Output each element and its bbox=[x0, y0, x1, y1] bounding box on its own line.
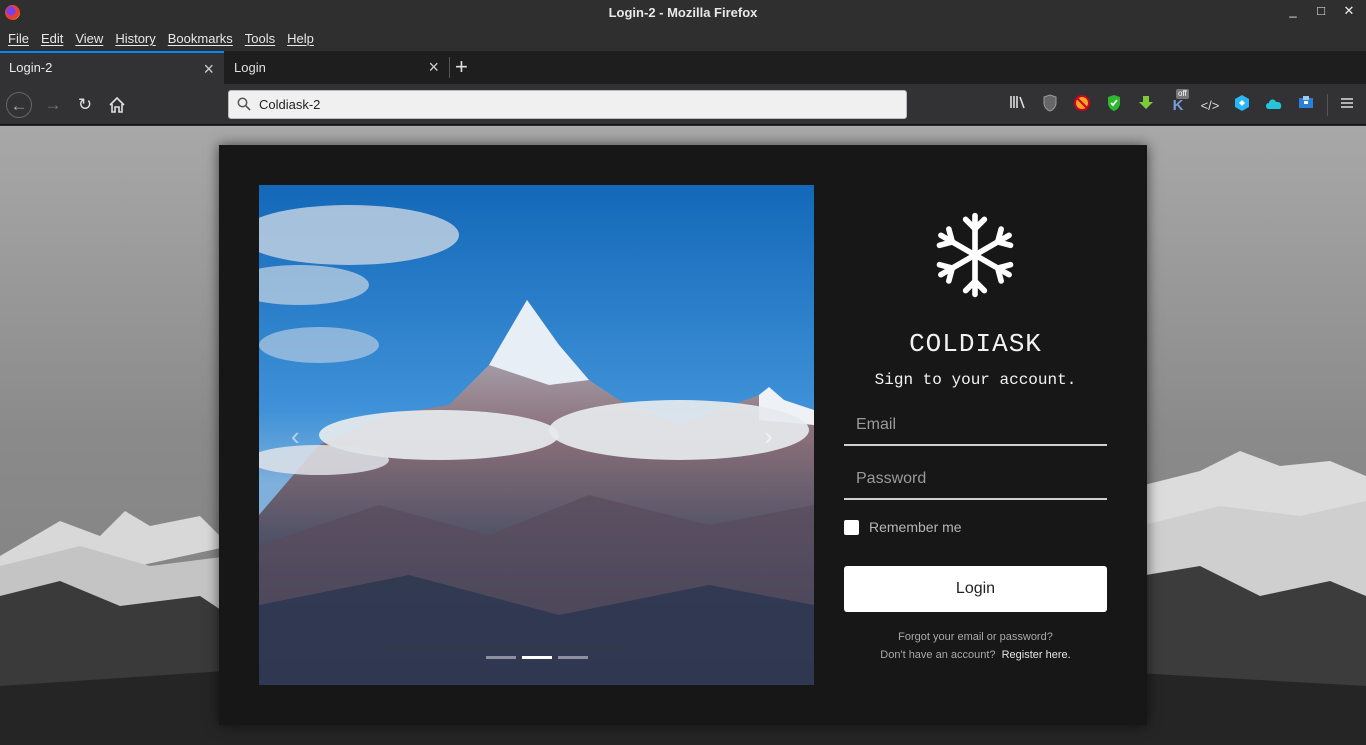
menu-bar: File Edit View History Bookmarks Tools H… bbox=[0, 26, 1366, 51]
mountain-slide-image bbox=[259, 185, 814, 685]
window-controls: _ □ ✕ bbox=[1286, 3, 1356, 19]
maximize-button[interactable]: □ bbox=[1314, 3, 1328, 19]
cube-icon[interactable] bbox=[1231, 94, 1253, 116]
minimize-button[interactable]: _ bbox=[1286, 3, 1300, 19]
tab-separator bbox=[449, 57, 450, 78]
box-icon[interactable] bbox=[1295, 94, 1317, 116]
register-link[interactable]: Register here. bbox=[1002, 649, 1071, 661]
remember-me-checkbox[interactable] bbox=[844, 519, 859, 535]
email-field-wrapper bbox=[844, 406, 1107, 446]
menu-help[interactable]: Help bbox=[283, 31, 318, 46]
login-button[interactable]: Login bbox=[844, 566, 1107, 612]
new-tab-button[interactable]: + bbox=[455, 54, 468, 80]
shield-icon[interactable] bbox=[1039, 94, 1061, 116]
tab-label: Login-2 bbox=[9, 60, 53, 75]
carousel-next-button[interactable]: › bbox=[764, 421, 773, 452]
toolbar-separator bbox=[1327, 94, 1328, 116]
url-text: Coldiask-2 bbox=[259, 97, 321, 112]
tab-bar: Login-2 × Login × + bbox=[0, 51, 1366, 84]
login-subtitle: Sign to your account. bbox=[874, 371, 1077, 389]
tab-login[interactable]: Login × bbox=[225, 51, 449, 84]
carousel-indicator[interactable] bbox=[558, 656, 588, 659]
library-icon[interactable] bbox=[1007, 94, 1029, 116]
reload-button[interactable]: ↻ bbox=[72, 92, 98, 118]
k-extension-icon[interactable]: K off bbox=[1167, 89, 1189, 116]
carousel-indicator[interactable] bbox=[486, 656, 516, 659]
no-account-text: Don't have an account? bbox=[880, 649, 996, 661]
green-shield-icon[interactable] bbox=[1103, 94, 1125, 116]
menu-edit[interactable]: Edit bbox=[37, 31, 67, 46]
image-carousel[interactable]: ‹ › bbox=[259, 185, 814, 685]
close-tab-icon[interactable]: × bbox=[203, 59, 214, 80]
forward-button[interactable]: → bbox=[40, 92, 66, 118]
menu-history[interactable]: History bbox=[111, 31, 159, 46]
close-tab-icon[interactable]: × bbox=[428, 57, 439, 78]
window-title: Login-2 - Mozilla Firefox bbox=[608, 5, 758, 20]
home-button[interactable] bbox=[104, 92, 130, 118]
register-row: Don't have an account? Register here. bbox=[844, 649, 1107, 661]
login-card: ‹ › COLDIASK Sign to your account. Email… bbox=[219, 145, 1147, 725]
carousel-prev-button[interactable]: ‹ bbox=[291, 421, 300, 452]
download-icon[interactable] bbox=[1135, 94, 1157, 116]
menu-tools[interactable]: Tools bbox=[241, 31, 279, 46]
tab-label: Login bbox=[234, 60, 266, 75]
carousel-indicator-active[interactable] bbox=[522, 656, 552, 659]
remember-me: Remember me bbox=[844, 519, 962, 535]
email-field[interactable] bbox=[844, 406, 1107, 444]
carousel-indicators bbox=[486, 656, 588, 659]
close-window-button[interactable]: ✕ bbox=[1342, 3, 1356, 19]
home-icon bbox=[109, 96, 125, 113]
search-icon bbox=[237, 97, 251, 111]
menu-icon[interactable] bbox=[1336, 94, 1358, 116]
password-field[interactable] bbox=[844, 460, 1107, 498]
forgot-password-link[interactable]: Forgot your email or password? bbox=[844, 631, 1107, 643]
url-bar[interactable]: Coldiask-2 bbox=[228, 90, 907, 119]
tab-login-2[interactable]: Login-2 × bbox=[0, 51, 224, 84]
extension-off-badge: off bbox=[1176, 89, 1189, 99]
password-field-wrapper bbox=[844, 460, 1107, 500]
cloud-icon[interactable] bbox=[1263, 94, 1285, 116]
menu-file[interactable]: File bbox=[4, 31, 33, 46]
brand-name: COLDIASK bbox=[909, 329, 1042, 359]
window-titlebar: Login-2 - Mozilla Firefox _ □ ✕ bbox=[0, 0, 1366, 26]
devtools-icon[interactable]: </> bbox=[1199, 94, 1221, 116]
login-form: COLDIASK Sign to your account. Remember … bbox=[844, 185, 1107, 685]
page-viewport: ‹ › COLDIASK Sign to your account. Email… bbox=[0, 126, 1366, 745]
menu-view[interactable]: View bbox=[71, 31, 107, 46]
remember-me-label[interactable]: Remember me bbox=[869, 519, 962, 535]
snowflake-logo-icon bbox=[930, 212, 1020, 303]
blocker-icon[interactable] bbox=[1071, 94, 1093, 116]
back-button[interactable]: ← bbox=[6, 92, 32, 118]
navigation-toolbar: ← → ↻ Coldiask-2 K off </> bbox=[0, 84, 1366, 125]
menu-bookmarks[interactable]: Bookmarks bbox=[164, 31, 237, 46]
